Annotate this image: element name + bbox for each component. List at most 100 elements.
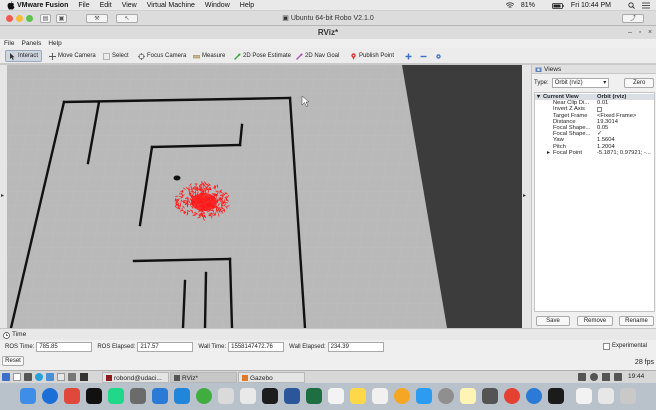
property-value[interactable]: 19.3014: [597, 119, 654, 125]
vscode-icon[interactable]: [174, 388, 190, 404]
expand-arrow-icon[interactable]: ▾: [537, 94, 540, 100]
github-icon[interactable]: [548, 388, 564, 404]
experimental-checkbox[interactable]: [603, 343, 610, 350]
menu-panels[interactable]: Panels: [21, 40, 41, 47]
tool-move-camera[interactable]: Move Camera: [46, 50, 99, 62]
wall-elapsed-field[interactable]: 234.39: [327, 342, 384, 352]
battery-percent[interactable]: 81%: [521, 2, 535, 9]
property-value[interactable]: 1.2004: [597, 144, 654, 150]
vmware-icon[interactable]: [482, 388, 498, 404]
ros-elapsed-field[interactable]: 217.57: [137, 342, 194, 352]
property-row[interactable]: Invert Z Axis: [535, 106, 654, 112]
downloads-folder-icon[interactable]: [598, 388, 614, 404]
taskbar-item-terminal[interactable]: robond@udaci...: [102, 372, 169, 383]
tool-publish-point[interactable]: Publish Point: [347, 50, 397, 62]
safari-icon[interactable]: [42, 388, 58, 404]
files-launcher-icon[interactable]: [46, 373, 54, 381]
textedit-icon[interactable]: [240, 388, 256, 404]
property-row[interactable]: Focal Shape... 0.05: [535, 125, 654, 131]
property-row[interactable]: Target Frame <Fixed Frame>: [535, 113, 654, 119]
view-properties-tree[interactable]: ▾ Current View Orbit (rviz) Near Clip Di...…: [534, 92, 655, 312]
pdf-document-icon[interactable]: [576, 388, 592, 404]
spotify-icon[interactable]: [196, 388, 212, 404]
maximize-icon[interactable]: ▫: [636, 29, 644, 37]
edge-icon[interactable]: [526, 388, 542, 404]
app-launcher-icon[interactable]: [80, 373, 88, 381]
search-icon[interactable]: [628, 2, 635, 9]
tool-2d-nav-goal[interactable]: 2D Nav Goal: [293, 50, 342, 62]
terminal-launcher-icon[interactable]: [24, 373, 32, 381]
property-value[interactable]: <Fixed Frame>: [597, 113, 654, 119]
save-view-button[interactable]: Save: [536, 316, 570, 326]
tool-2d-pose-estimate[interactable]: 2D Pose Estimate: [231, 50, 294, 62]
property-row[interactable]: Focal Shape... ✓: [535, 131, 654, 137]
property-value[interactable]: -5.1871; 0.97921; -...: [597, 150, 654, 156]
scene-canvas[interactable]: [7, 65, 522, 328]
view-type-select[interactable]: Orbit (rviz) ▾: [551, 77, 610, 88]
chrome-icon[interactable]: [504, 388, 520, 404]
menu-help[interactable]: Help: [48, 40, 61, 47]
reminders-icon[interactable]: [372, 388, 388, 404]
taskbar-item-rviz[interactable]: RViz*: [170, 372, 237, 383]
finder-icon[interactable]: [20, 388, 36, 404]
tool-focus-camera[interactable]: Focus Camera: [135, 50, 189, 62]
sticky-notes-icon[interactable]: [460, 388, 476, 404]
property-value[interactable]: 0.05: [597, 125, 654, 131]
property-value[interactable]: ✓: [597, 131, 654, 137]
brave-icon[interactable]: [64, 388, 80, 404]
mac-menu-virtual-machine[interactable]: Virtual Machine: [147, 2, 195, 9]
menu-list-icon[interactable]: [642, 2, 650, 9]
zero-button[interactable]: Zero: [624, 77, 654, 88]
add-tool-button[interactable]: [403, 50, 414, 62]
tool-properties-button[interactable]: [433, 50, 444, 62]
wifi-icon[interactable]: [505, 2, 514, 9]
tool-interact[interactable]: Interact: [5, 50, 43, 62]
mac-menu-window[interactable]: Window: [205, 2, 230, 9]
render-viewport[interactable]: [7, 65, 522, 328]
reset-button[interactable]: Reset: [2, 356, 24, 366]
property-row[interactable]: Yaw 1.5604: [535, 137, 654, 143]
expand-arrow-icon[interactable]: ▸: [547, 150, 550, 156]
sourcetree-icon[interactable]: [152, 388, 168, 404]
remove-tool-button[interactable]: [418, 50, 429, 62]
settings-launcher-icon[interactable]: [68, 373, 76, 381]
mac-menu-edit[interactable]: Edit: [100, 2, 112, 9]
vm-share-icon[interactable]: ⤴: [622, 14, 644, 23]
trash-icon[interactable]: [620, 388, 636, 404]
excel-icon[interactable]: [306, 388, 322, 404]
tray-network-icon[interactable]: [578, 373, 586, 381]
expand-right-icon[interactable]: ▸: [523, 192, 526, 199]
pycharm-icon[interactable]: [108, 388, 124, 404]
browser-launcher-icon[interactable]: [35, 373, 43, 381]
taskbar-item-gazebo[interactable]: Gazebo: [238, 372, 305, 383]
tray-power-icon[interactable]: [602, 373, 610, 381]
intellij-icon[interactable]: [86, 388, 102, 404]
property-row[interactable]: Near Clip Di... 0.01: [535, 100, 654, 106]
property-row[interactable]: ▸ Focal Point -5.1871; 0.97921; -...: [535, 150, 654, 156]
app-store-icon[interactable]: [416, 388, 432, 404]
wall-time-field[interactable]: 1558147472.76: [228, 342, 285, 352]
notes-icon[interactable]: [218, 388, 234, 404]
launcher-icon[interactable]: [2, 373, 10, 381]
editor-launcher-icon[interactable]: [57, 373, 65, 381]
property-row[interactable]: ▾ Current View Orbit (rviz): [535, 94, 654, 100]
tool-select[interactable]: Select: [100, 50, 132, 62]
show-desktop-icon[interactable]: [13, 373, 21, 381]
stickies-icon[interactable]: [350, 388, 366, 404]
mac-terminal-icon[interactable]: [262, 388, 278, 404]
right-dock-handle[interactable]: ▸: [522, 65, 531, 328]
property-value[interactable]: Orbit (rviz): [597, 94, 654, 100]
rename-view-button[interactable]: Rename: [619, 316, 654, 326]
remove-view-button[interactable]: Remove: [577, 316, 613, 326]
expand-left-icon[interactable]: ▸: [1, 192, 4, 199]
app-name[interactable]: VMware Fusion: [17, 2, 68, 9]
left-dock-handle[interactable]: ▸: [0, 65, 7, 328]
menu-file[interactable]: File: [4, 40, 14, 47]
photos-icon[interactable]: [394, 388, 410, 404]
system-preferences-icon[interactable]: [438, 388, 454, 404]
minimize-icon[interactable]: –: [626, 29, 634, 37]
mac-clock[interactable]: Fri 10:44 PM: [571, 2, 611, 9]
property-row[interactable]: Distance 19.3014: [535, 119, 654, 125]
tool-measure[interactable]: Measure: [190, 50, 228, 62]
close-icon[interactable]: ×: [646, 29, 654, 37]
